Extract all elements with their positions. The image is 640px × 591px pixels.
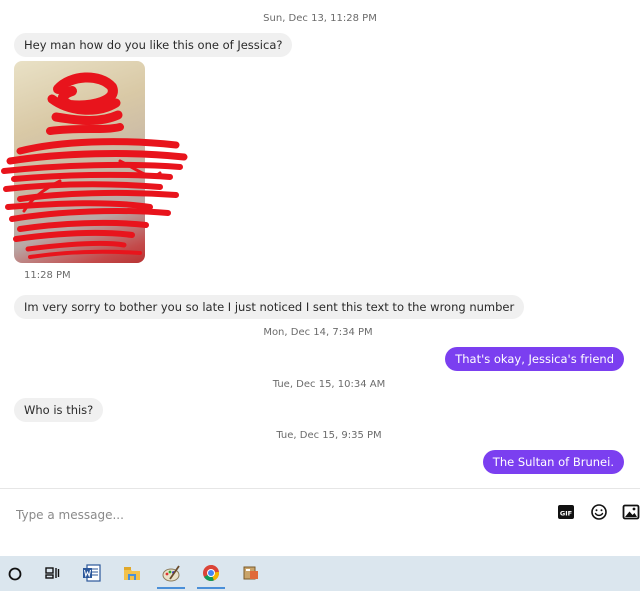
gif-icon[interactable]: GIF (557, 503, 575, 521)
timestamp: Tue, Dec 15, 10:34 AM (272, 379, 386, 390)
emoji-icon[interactable] (590, 503, 608, 521)
task-view-icon[interactable] (38, 561, 66, 586)
incoming-message[interactable]: Who is this? (14, 398, 104, 422)
incoming-message[interactable]: Hey man how do you like this one of Jess… (14, 33, 293, 57)
image-attachment[interactable] (1, 61, 188, 263)
windows-taskbar (0, 556, 640, 591)
outgoing-message[interactable]: The Sultan of Brunei. (482, 450, 624, 474)
image-icon[interactable] (622, 503, 640, 521)
app-icon[interactable] (237, 561, 265, 586)
messages-window: Sun, Dec 13, 11:28 PM Hey man how do you… (0, 0, 640, 591)
timestamp: Tue, Dec 15, 9:35 PM (276, 430, 382, 441)
message-composer: GIF (0, 488, 640, 537)
paint-icon[interactable] (157, 561, 185, 589)
incoming-message[interactable]: Im very sorry to bother you so late I ju… (14, 295, 525, 319)
timestamp: Sun, Dec 13, 11:28 PM (263, 13, 377, 24)
cortana-icon[interactable] (1, 561, 29, 586)
active-indicator (157, 587, 185, 589)
spacer (0, 537, 640, 556)
timestamp: Mon, Dec 14, 7:34 PM (263, 327, 373, 338)
chrome-icon[interactable] (197, 561, 225, 589)
gif-label: GIF (560, 510, 572, 518)
message-time: 11:28 PM (24, 270, 71, 281)
active-indicator (197, 587, 225, 589)
conversation-thread: Sun, Dec 13, 11:28 PM Hey man how do you… (0, 0, 640, 488)
file-explorer-icon[interactable] (118, 561, 146, 586)
redaction-scribble (1, 72, 188, 259)
message-input[interactable] (14, 504, 538, 526)
outgoing-message[interactable]: That's okay, Jessica's friend (445, 347, 624, 371)
word-icon[interactable] (78, 561, 106, 586)
